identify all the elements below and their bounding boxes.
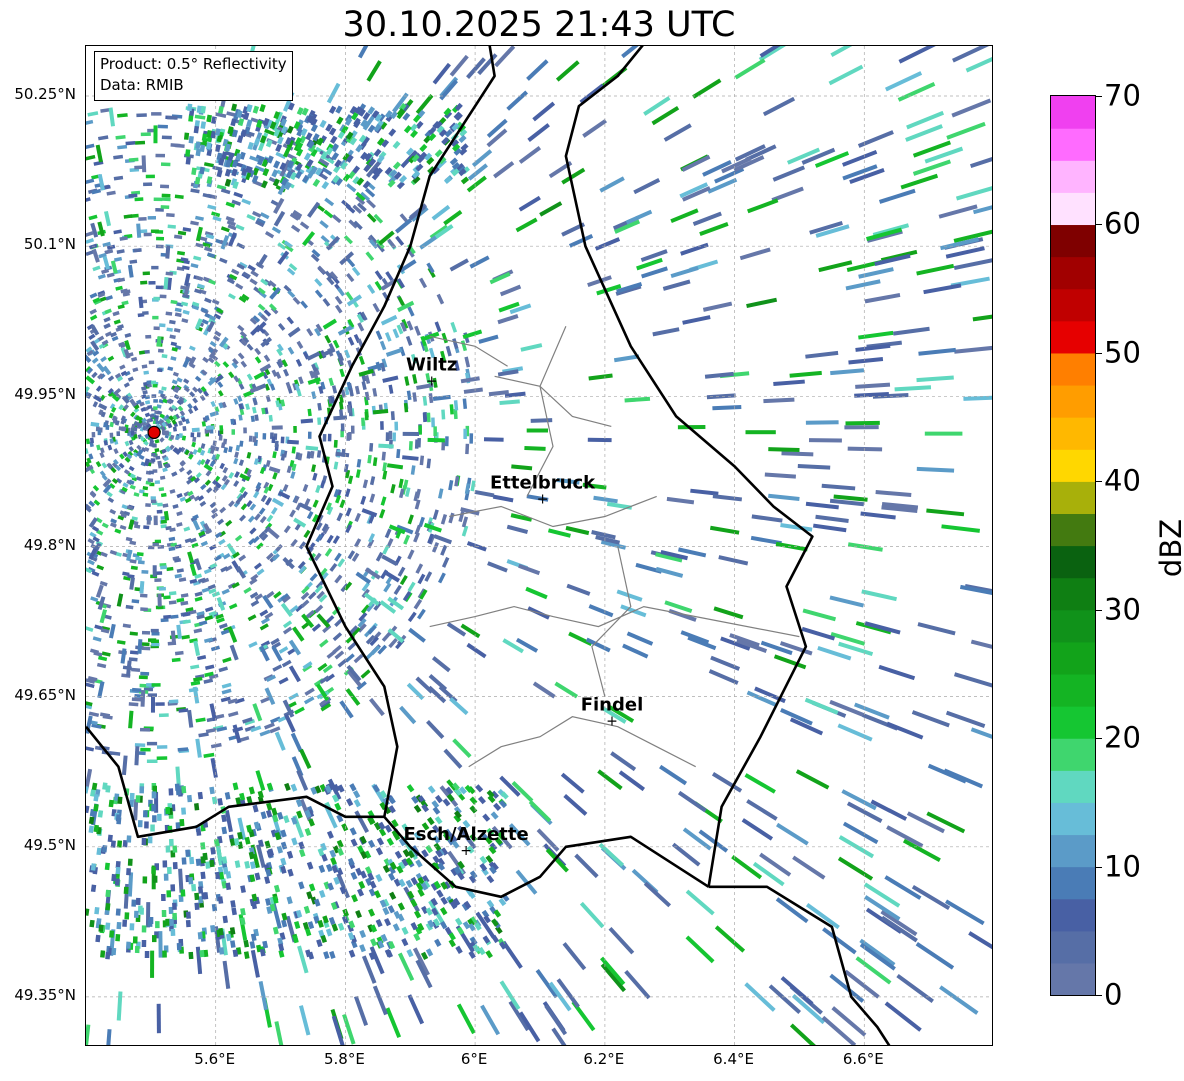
colorbar-segment	[1051, 449, 1095, 482]
city-label: Ettelbruck	[490, 473, 596, 494]
colorbar-segment	[1051, 96, 1095, 129]
city-marker-icon: +	[426, 373, 438, 389]
longitude-label: 5.6°E	[194, 1050, 236, 1068]
colorbar-segment	[1051, 673, 1095, 707]
colorbar-tick-mark	[1096, 609, 1102, 611]
latitude-label: 49.8°N	[23, 535, 76, 554]
colorbar-segment	[1051, 128, 1095, 161]
colorbar-tick-label: 30	[1104, 592, 1141, 627]
colorbar-segment	[1051, 513, 1095, 547]
city-label: Findel	[581, 695, 644, 716]
colorbar-segment	[1051, 770, 1095, 803]
latitude-label: 49.5°N	[23, 835, 76, 854]
colorbar-segment	[1051, 256, 1095, 290]
longitude-label: 6.2°E	[583, 1050, 625, 1068]
colorbar-tick-mark	[1096, 224, 1102, 226]
colorbar-tick-mark	[1096, 481, 1102, 483]
city-esch-alzette[interactable]: +Esch/Alzette	[403, 824, 528, 859]
city-marker-icon: +	[460, 843, 472, 859]
latitude-label: 50.25°N	[14, 85, 76, 104]
colorbar-segment	[1051, 577, 1095, 611]
colorbar-segment	[1051, 706, 1095, 739]
city-marker-icon: +	[606, 714, 618, 730]
radar-map[interactable]: + Wiltz + Ettelbruck + Findel + Esch/Alzette	[85, 45, 993, 1046]
map-title: 30.10.2025 21:43 UTC	[342, 5, 736, 45]
colorbar-tick-label: 0	[1104, 977, 1123, 1012]
colorbar-tick-label: 40	[1104, 463, 1141, 498]
colorbar-tick-mark	[1096, 96, 1102, 97]
latitude-label: 49.95°N	[14, 385, 76, 404]
colorbar-segment	[1051, 288, 1095, 322]
longitude-label: 6.4°E	[713, 1050, 754, 1068]
radar-map-canvas: +Wiltz+Ettelbruck+Findel+Esch/Alzette	[86, 46, 992, 1045]
radar-echo-layer	[86, 46, 992, 1045]
longitude-label: 6.6°E	[842, 1050, 884, 1068]
colorbar-segment	[1051, 545, 1095, 579]
colorbar-label: dBZ	[1154, 518, 1184, 578]
colorbar-segment	[1051, 866, 1095, 900]
product-info-box: Product: 0.5° Reflectivity Data: RMIB	[94, 51, 293, 101]
colorbar-segment	[1051, 802, 1095, 836]
colorbar-tick-label: 10	[1104, 849, 1141, 884]
colorbar-segment	[1051, 641, 1095, 675]
latitude-label: 49.65°N	[14, 685, 76, 704]
city-wiltz[interactable]: +Wiltz	[406, 354, 457, 389]
colorbar-tick-label: 60	[1104, 206, 1141, 241]
colorbar-segment	[1051, 738, 1095, 771]
latitude-label: 50.1°N	[23, 235, 76, 254]
longitude-label: 5.8°E	[324, 1050, 365, 1068]
city-marker-icon: +	[537, 492, 549, 508]
colorbar-segment	[1051, 320, 1095, 354]
colorbar-segment	[1051, 192, 1095, 226]
colorbar-segment	[1051, 352, 1095, 386]
colorbar-segment	[1051, 481, 1095, 514]
colorbar-segment	[1051, 224, 1095, 258]
colorbar-tick-mark	[1096, 866, 1102, 868]
dbz-colorbar	[1050, 95, 1096, 996]
data-source-label: Data: RMIB	[100, 76, 184, 94]
colorbar-segment	[1051, 834, 1095, 868]
colorbar-segment	[1051, 609, 1095, 643]
colorbar-segment	[1051, 898, 1095, 932]
city-label: Wiltz	[406, 354, 457, 375]
colorbar-segment	[1051, 160, 1095, 193]
colorbar-segment	[1051, 417, 1095, 450]
radar-site-marker[interactable]	[147, 425, 161, 439]
longitude-label: 6°E	[460, 1050, 488, 1068]
colorbar-segment	[1051, 930, 1095, 964]
city-label: Esch/Alzette	[403, 824, 528, 845]
colorbar-tick-label: 20	[1104, 720, 1141, 755]
city-findel[interactable]: +Findel	[581, 695, 644, 730]
city-ettelbruck[interactable]: +Ettelbruck	[490, 473, 596, 508]
product-label: Product: 0.5° Reflectivity	[100, 55, 287, 73]
colorbar-tick-mark	[1096, 995, 1102, 996]
latitude-label: 49.35°N	[14, 985, 76, 1004]
colorbar-tick-mark	[1096, 738, 1102, 740]
colorbar-tick-label: 50	[1104, 335, 1141, 370]
colorbar-tick-label: 70	[1104, 78, 1141, 113]
colorbar-segment	[1051, 384, 1095, 418]
colorbar-tick-mark	[1096, 352, 1102, 354]
colorbar-segment	[1051, 962, 1095, 995]
